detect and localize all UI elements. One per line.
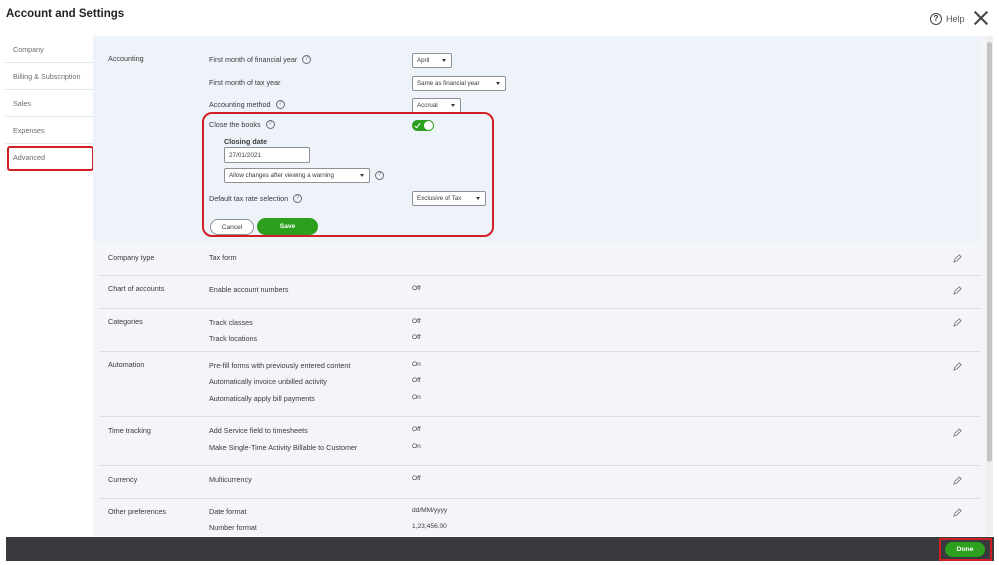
section-label-automation: Automation [108, 360, 145, 369]
section-label-other-preferences: Other preferences [108, 507, 166, 516]
setting-value: dd/MM/yyyy [412, 507, 448, 514]
scrollbar[interactable] [986, 36, 993, 536]
setting-label: Automatically invoice unbilled activity [209, 377, 327, 386]
setting-value: Off [412, 377, 421, 384]
setting-label: Multicurrency [209, 475, 252, 484]
edit-pencil-icon[interactable] [953, 286, 962, 295]
section-label-accounting: Accounting [108, 54, 144, 63]
edit-pencil-icon[interactable] [953, 362, 962, 371]
section-label-company-type: Company type [108, 253, 155, 262]
setting-value: On [412, 443, 421, 450]
setting-value: On [412, 361, 421, 368]
first-month-fy-select[interactable]: April [412, 53, 452, 68]
caret-down-icon [496, 82, 500, 85]
setting-value: Off [412, 285, 421, 292]
info-icon[interactable]: ? [275, 100, 285, 109]
setting-label: Make Single-Time Activity Billable to Cu… [209, 443, 358, 452]
edit-pencil-icon[interactable] [953, 508, 962, 517]
first-month-tax-select[interactable]: Same as financial year [412, 76, 506, 91]
section-label-time-tracking: Time tracking [108, 426, 151, 435]
edit-pencil-icon[interactable] [953, 254, 962, 263]
section-label-chart-of-accounts: Chart of accounts [108, 284, 165, 293]
footer-bar [6, 537, 994, 561]
setting-label: Tax form [209, 253, 237, 262]
edit-pencil-icon[interactable] [953, 476, 962, 485]
edit-pencil-icon[interactable] [953, 428, 962, 437]
section-label-currency: Currency [108, 475, 138, 484]
setting-label: Date format [209, 507, 247, 516]
setting-label: Add Service field to timesheets [209, 426, 308, 435]
settings-main: Accounting First month of financial year… [93, 36, 993, 536]
caret-down-icon [442, 59, 446, 62]
section-label-categories: Categories [108, 317, 143, 326]
scrollbar-thumb[interactable] [987, 42, 992, 462]
setting-label: Track locations [209, 334, 258, 343]
setting-value: Off [412, 426, 421, 433]
edit-pencil-icon[interactable] [953, 318, 962, 327]
caret-down-icon [451, 104, 455, 107]
setting-value: 1,23,456.00 [412, 523, 447, 530]
setting-label: Automatically apply bill payments [209, 394, 315, 403]
setting-label: Number format [209, 523, 257, 532]
annotation-box-close-books [202, 112, 494, 237]
annotation-box-done [939, 538, 992, 561]
setting-label: Enable account numbers [209, 285, 289, 294]
field-accounting-method: Accounting method ? [209, 100, 285, 109]
setting-value: Off [412, 334, 421, 341]
setting-value: Off [412, 475, 421, 482]
setting-value: On [412, 394, 421, 401]
accounting-method-select[interactable]: Accrual [412, 98, 461, 113]
setting-label: Track classes [209, 318, 253, 327]
field-first-month-tax: First month of tax year [209, 78, 281, 87]
field-first-month-fy: First month of financial year ? [209, 55, 312, 64]
info-icon[interactable]: ? [302, 55, 312, 64]
setting-label: Pre-fill forms with previously entered c… [209, 361, 351, 370]
setting-value: Off [412, 318, 421, 325]
